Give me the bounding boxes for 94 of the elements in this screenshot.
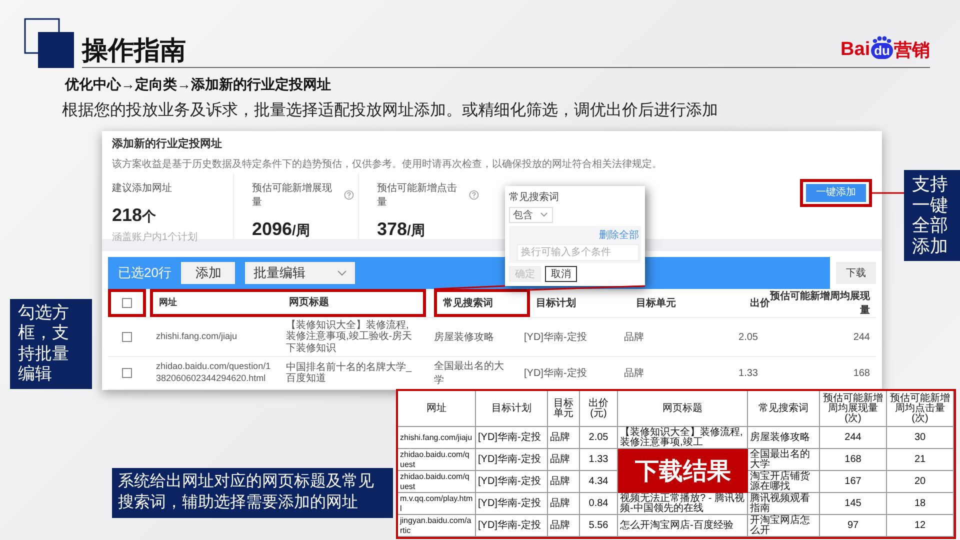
table-cell: 品牌 [548,493,580,515]
caret-icon [539,212,549,218]
table-cell: 145 [820,493,887,515]
column-header: 目标计划 [535,296,577,310]
table-cell: 开淘宝网店怎么开 [748,515,820,537]
table-cell: zhishi.fang.com/jiaju [398,427,476,449]
callout-box: 勾选方框，支持批量编辑 [10,299,92,389]
table-cell: 品牌 [548,515,580,537]
table-cell-text: 品牌 [623,367,645,380]
match-dropdown[interactable]: 包含 [509,207,553,223]
help-icon[interactable] [344,190,354,200]
column-header: 预估可能新增周均点击量(次) [887,391,954,427]
column-header: 网址 [158,297,178,309]
paw-toes-icon [872,36,892,43]
stat-label: 建议添加网址 [112,182,172,195]
column-header: 目标计划 [476,391,548,427]
checkbox[interactable] [122,298,132,308]
table-cell-text: 房屋装修攻略 [433,330,495,344]
table-cell: 0.84 [580,493,618,515]
table-cell-text: 2.05 [738,332,758,342]
column-header: 预估可能新增周均展现量 [770,289,871,317]
panel-title: 添加新的行业定投网址 [111,136,223,152]
column-header: 出价 [749,298,770,310]
table-cell-text: 168 [852,368,871,378]
table-cell: 244 [820,427,887,449]
callout-box: 系统给出网址对应的网页标题及常见搜索词，辅助选择需要添加的网址 [112,468,393,518]
table-cell-text: 中国排名前十名的名牌大学_百度知道 [285,362,413,384]
table-cell: 167 [820,471,887,493]
description-text: 根据您的投放业务及诉求，批量选择适配投放网址添加。或精细化筛选，调优出价后进行添加 [62,100,719,121]
table-cell: 腾讯视频观看指南 [748,493,820,515]
batch-edit-dropdown[interactable]: 批量编辑 [245,262,356,284]
table-cell: [YD]华南-定投 [476,471,548,493]
cancel-button[interactable]: 取消 [545,266,577,282]
table-cell: 品牌 [548,427,580,449]
stat-label: 预估可能新增展现量 [252,182,333,209]
table-cell: 品牌 [548,471,580,493]
table-cell: 品牌 [548,449,580,471]
column-header: 目标单元 [548,391,580,427]
table-cell: 12 [887,515,954,537]
notice-text: 该方案收益是基于历史数据及特定条件下的趋势预估，仅供参考。使用时请再次检查，以确保投放的网址符合相关法律规定。 [111,158,663,172]
table-cell-text: [YD]华南-定投 [523,330,588,344]
table-cell-text: zhidao.baidu.com/question/1382060602344294620.html [155,361,272,385]
stat-value: 218个 [112,205,158,226]
table-cell: 168 [820,449,887,471]
column-header: 预估可能新增周均展现量(次) [820,391,887,427]
table-cell: 30 [887,427,954,449]
slide-title: 操作指南 [82,36,186,65]
help-icon[interactable] [469,190,479,200]
stat-note: 涵盖账户内1个计划 [112,230,199,244]
logo-badge: du [871,42,893,59]
table-cell: 20 [887,471,954,493]
selected-count: 已选20行 [118,264,172,282]
checkbox[interactable] [122,332,132,342]
table-cell-text: 244 [852,332,871,342]
download-button[interactable]: 下载 [836,262,876,284]
add-button[interactable]: 添加 [181,262,236,284]
table-cell: [YD]华南-定投 [476,493,548,515]
table-cell: 房屋装修攻略 [748,427,820,449]
column-header: 网址 [398,391,476,427]
column-header: 网页标题 [288,297,330,309]
table-cell-text: 全国最出名的大学 [433,360,505,387]
table-cell-text: 1.33 [738,368,758,378]
column-header: 常见搜索词 [442,296,494,310]
column-header: 目标单元 [635,296,677,310]
logo-text: Bai [840,40,870,59]
breadcrumb-path: 优化中心→定向类→添加新的行业定投网址 [65,76,332,94]
column-header: 出价(元) [580,391,618,427]
table-cell: 怎么开淘宝网店-百度经验 [618,515,748,537]
callout-box: 支持一键全部添加 [904,170,960,261]
popup-title: 常见搜索词 [509,190,560,204]
table-cell: [YD]华南-定投 [476,515,548,537]
table-cell-text: 【装修知识大全】装修流程,装修注意事项,竣工验收-房天下装修知识 [285,320,414,354]
table-cell-text: [YD]华南-定投 [523,366,588,380]
squares-drawing [24,18,74,68]
table-cell: 21 [887,449,954,471]
caret-icon [337,270,348,276]
stat-value: 378/周 [377,219,426,240]
table-cell: jingyan.baidu.com/artic [398,515,476,537]
stat-value: 2096/周 [252,219,311,240]
logo-text: 营销 [894,41,930,59]
table-cell-text: zhishi.fang.com/jiaju [155,331,238,343]
table-cell: 18 [887,493,954,515]
stat-label: 预估可能新增点击量 [377,182,458,209]
table-cell: [YD]华南-定投 [476,427,548,449]
table-cell: 97 [820,515,887,537]
table-cell: [YD]华南-定投 [476,449,548,471]
checkbox[interactable] [122,368,132,378]
conditions-field[interactable]: 换行可输入多个条件 [517,244,639,261]
table-cell: 5.56 [580,515,618,537]
table-cell: 2.05 [580,427,618,449]
table-cell-text: 品牌 [623,331,645,344]
result-banner: 下载结果 [618,449,748,493]
column-header: 常见搜索词 [748,391,820,427]
column-header: 网页标题 [618,391,748,427]
